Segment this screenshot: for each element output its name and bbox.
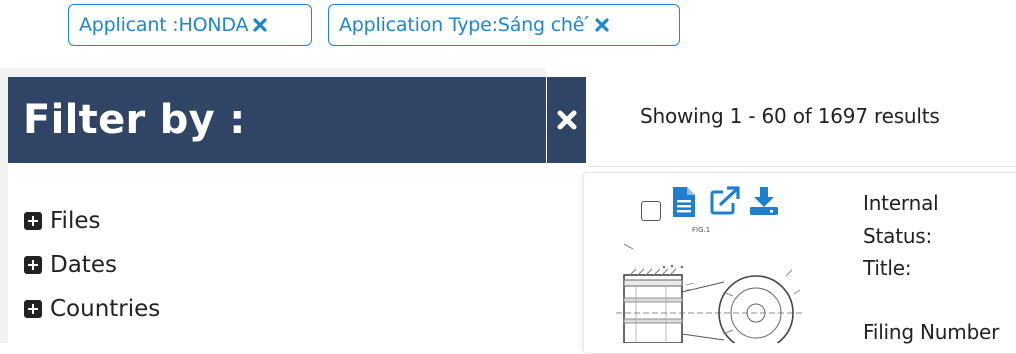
results-divider (586, 166, 1016, 167)
filter-panel-title: Filter by : (23, 97, 246, 143)
close-icon (557, 110, 576, 130)
filter-section-countries[interactable]: Countries (24, 296, 160, 322)
filter-chip-application-type[interactable]: Application Type:Sáng chê ́ (328, 4, 680, 46)
filter-panel-header: Filter by : (8, 77, 546, 163)
filter-section-label: Dates (50, 252, 117, 278)
result-field-title: Title: (863, 256, 912, 280)
document-icon[interactable] (671, 186, 697, 222)
result-field-status: Status: (863, 224, 933, 248)
expand-plus-icon (24, 300, 42, 318)
filter-chip-label: Applicant :HONDA (79, 14, 249, 36)
filter-chip-label: Application Type:Sáng chê ́ (339, 14, 591, 36)
download-icon[interactable] (748, 186, 780, 220)
filter-section-label: Files (50, 208, 101, 234)
remove-filter-icon[interactable] (594, 17, 610, 33)
expand-plus-icon (24, 212, 42, 230)
filter-section-label: Countries (50, 296, 161, 322)
result-field-filing-number: Filing Number (863, 320, 1000, 344)
remove-filter-icon[interactable] (252, 17, 268, 33)
filter-chip-applicant[interactable]: Applicant :HONDA (68, 4, 312, 46)
patent-drawing-thumbnail[interactable]: FIG.1 (606, 222, 806, 351)
expand-plus-icon (24, 256, 42, 274)
results-summary: Showing 1 - 60 of 1697 results (640, 104, 940, 128)
figure-caption: FIG.1 (692, 226, 710, 234)
result-field-internal: Internal (863, 191, 939, 215)
filter-section-files[interactable]: Files (24, 208, 100, 234)
external-link-icon[interactable] (709, 186, 741, 220)
filter-section-dates[interactable]: Dates (24, 252, 117, 278)
close-filter-panel-button[interactable] (547, 77, 586, 163)
select-result-checkbox[interactable] (641, 201, 661, 221)
